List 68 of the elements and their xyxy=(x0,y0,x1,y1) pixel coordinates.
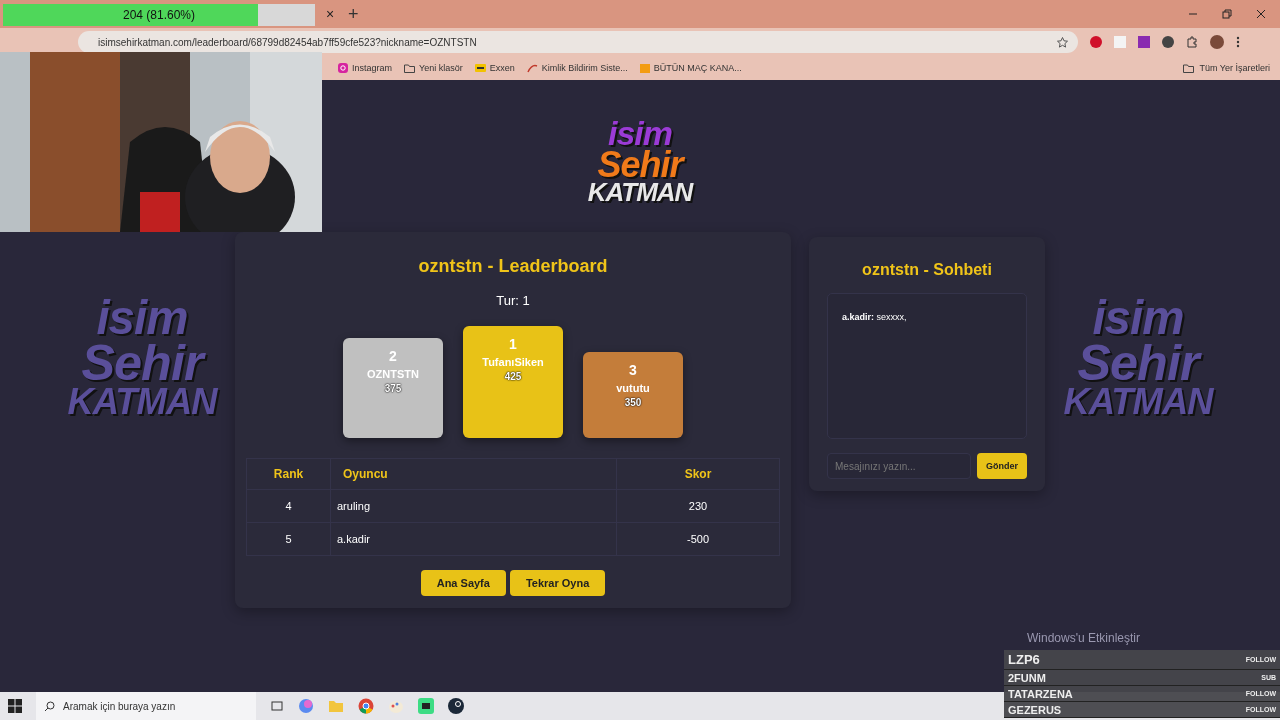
all-bookmarks-link[interactable]: Tüm Yer İşaretleri xyxy=(1183,63,1270,73)
column-header: Oyuncu xyxy=(330,458,617,490)
app-icon[interactable] xyxy=(418,698,434,714)
logo-text: KATMAN xyxy=(1063,385,1213,419)
message-input[interactable]: Mesajınızı yazın... xyxy=(827,453,971,480)
home-button[interactable]: Ana Sayfa xyxy=(420,570,506,597)
logo-text: KATMAN xyxy=(67,385,217,419)
podium-score: 350 xyxy=(624,397,642,409)
table-cell: 230 xyxy=(616,489,780,523)
exxen-icon xyxy=(474,64,486,72)
leaderboard-title: ozntstn - Leaderboard xyxy=(418,256,608,278)
swoosh-icon xyxy=(526,63,538,73)
folder-icon xyxy=(1183,63,1195,73)
bookmark-link[interactable]: Instagram xyxy=(338,63,393,73)
windows-icon[interactable] xyxy=(8,699,22,713)
podium-rank: 1 xyxy=(509,336,517,353)
task-view-icon[interactable] xyxy=(270,699,284,713)
url-text: isimsehirkatman.com/leaderboard/68799d82454ab7ff59cfe523?nickname=OZNTSTN xyxy=(98,36,478,48)
search-icon xyxy=(44,700,55,712)
steam-icon[interactable] xyxy=(448,698,464,714)
close-icon[interactable] xyxy=(1256,9,1266,19)
activation-notice: Windows'u Etkinleştir xyxy=(1027,631,1140,645)
close-tab-button[interactable]: × xyxy=(322,6,338,22)
table-cell: 5 xyxy=(246,522,331,556)
logo-text: isim xyxy=(607,118,672,149)
alert-name: GEZERUS xyxy=(1008,703,1062,716)
column-header: Rank xyxy=(246,458,331,490)
podium-score: 425 xyxy=(504,371,522,383)
play-again-button[interactable]: Tekrar Oyna xyxy=(509,570,606,597)
instagram-icon xyxy=(338,63,348,73)
menu-icon[interactable] xyxy=(1236,36,1240,48)
alert-name: TATARZENA xyxy=(1008,687,1073,700)
bookmark-link[interactable]: Kimlik Bildirim Siste... xyxy=(526,63,628,73)
podium-name: vututu xyxy=(616,382,650,395)
new-tab-button[interactable]: + xyxy=(348,3,359,25)
search-placeholder: Aramak için buraya yazın xyxy=(63,700,176,712)
column-header: Skor xyxy=(616,458,780,490)
avatar-icon[interactable] xyxy=(1210,35,1224,49)
send-button[interactable]: Gönder xyxy=(977,453,1027,480)
logo-text: Sehir xyxy=(597,148,683,181)
podium-rank: 2 xyxy=(389,348,397,365)
table-cell: aruling xyxy=(330,489,617,523)
table-cell: -500 xyxy=(616,522,780,556)
star-icon[interactable] xyxy=(1057,36,1068,48)
bookmark-link[interactable]: Exxen xyxy=(474,63,515,73)
logo-text: isim xyxy=(1092,297,1184,341)
table-cell: 4 xyxy=(246,489,331,523)
alert-name: 2FUNM xyxy=(1008,671,1046,684)
chat-title: ozntstn - Sohbeti xyxy=(862,261,992,280)
logo-text: isim xyxy=(96,297,188,341)
chrome-icon[interactable] xyxy=(358,698,374,714)
logo-text: KATMAN xyxy=(587,181,693,205)
copilot-icon[interactable] xyxy=(298,698,314,714)
address-bar[interactable]: isimsehirkatman.com/leaderboard/68799d82454ab7ff59cfe523?nickname=OZNTSTN xyxy=(78,31,1078,53)
podium-name: TufanıSiken xyxy=(482,356,544,369)
chat-message: a.kadir: sexxxx, xyxy=(842,312,907,323)
podium-rank: 3 xyxy=(629,362,637,379)
puzzle-icon[interactable] xyxy=(1186,36,1198,48)
restore-icon[interactable] xyxy=(1222,9,1232,19)
alert-name: LZP6 xyxy=(1008,652,1040,667)
bookmark-link[interactable]: BÜTÜN MAÇ KANA... xyxy=(639,63,742,73)
bookmark-link[interactable]: Yeni klasör xyxy=(404,63,463,73)
taskbar-search-field[interactable]: Aramak için buraya yazın xyxy=(36,692,256,720)
folder-icon xyxy=(404,63,416,73)
round-label: Tur: 1 xyxy=(496,293,530,309)
table-cell: a.kadir xyxy=(330,522,617,556)
podium-name: OZNTSTN xyxy=(367,368,419,381)
progress-label: 204 (81.60%) xyxy=(121,8,196,22)
